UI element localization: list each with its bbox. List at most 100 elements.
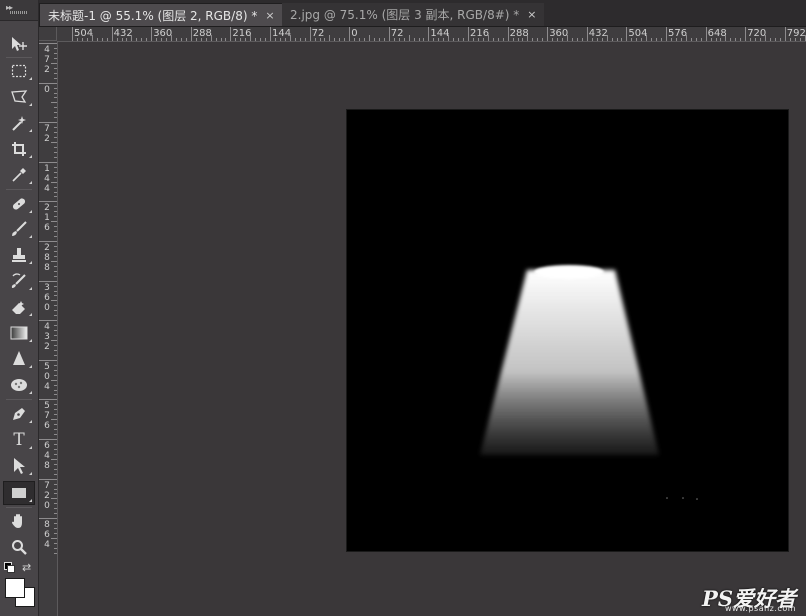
ruler-minor-tick: [101, 38, 103, 41]
ruler-minor-tick: [54, 77, 57, 79]
ruler-minor-tick: [725, 35, 727, 41]
gradient-tool[interactable]: [4, 322, 34, 344]
ruler-minor-tick: [54, 166, 57, 168]
tab-document-2[interactable]: 2.jpg @ 75.1% (图层 3 副本, RGB/8#) * ×: [282, 3, 545, 26]
ruler-minor-tick: [393, 38, 395, 41]
marquee-tool[interactable]: [4, 60, 34, 82]
ruler-minor-tick: [54, 523, 57, 525]
crop-tool[interactable]: [4, 138, 34, 160]
ruler-minor-tick: [54, 448, 57, 450]
ruler-minor-tick: [81, 38, 83, 41]
vertical-ruler[interactable]: 4 7 207 21 4 42 1 62 8 83 6 04 3 25 0 45…: [39, 41, 58, 616]
ruler-minor-tick: [512, 38, 514, 41]
blur-drop-icon: [13, 351, 25, 365]
close-icon[interactable]: ×: [527, 8, 536, 21]
healing-brush-tool[interactable]: [4, 193, 34, 215]
ruler-origin[interactable]: [39, 27, 57, 41]
workspace[interactable]: PS爱好者 www.psahz.com: [58, 42, 806, 616]
close-icon[interactable]: ×: [265, 9, 274, 22]
ruler-minor-tick: [106, 38, 108, 41]
ruler-minor-tick: [799, 38, 801, 41]
panel-grip-icon[interactable]: [10, 11, 28, 14]
ruler-minor-tick: [54, 295, 57, 297]
ruler-minor-tick: [54, 424, 57, 426]
ruler-minor-tick: [54, 315, 57, 317]
magic-wand-icon: [12, 116, 26, 131]
ruler-minor-tick: [220, 38, 222, 41]
ruler-minor-tick: [433, 38, 435, 41]
ruler-minor-tick: [54, 468, 57, 470]
ruler-minor-tick: [314, 38, 316, 41]
tools-panel: ▸▸ T ⇄: [0, 0, 39, 616]
bandage-icon: [12, 198, 26, 210]
eyedropper-icon: [12, 168, 26, 182]
ruler-minor-tick: [710, 38, 712, 41]
rectangle-tool[interactable]: [3, 481, 35, 505]
ruler-minor-tick: [581, 38, 583, 41]
ruler-minor-tick: [443, 38, 445, 41]
ruler-minor-tick: [54, 97, 57, 99]
hand-tool[interactable]: [4, 510, 34, 532]
move-tool[interactable]: [4, 33, 34, 55]
brush-tool[interactable]: [4, 218, 34, 240]
ruler-minor-tick: [670, 38, 672, 41]
eraser-tool[interactable]: [4, 296, 34, 318]
ruler-minor-tick: [51, 62, 57, 64]
ruler-minor-tick: [532, 38, 534, 41]
history-brush-tool[interactable]: [4, 270, 34, 292]
blur-tool[interactable]: [4, 348, 34, 370]
ruler-tick: [39, 122, 57, 124]
ruler-left-label: 0: [44, 84, 50, 95]
ruler-minor-tick: [438, 38, 440, 41]
swap-colors-icon[interactable]: ⇄: [22, 561, 31, 574]
zoom-tool[interactable]: [4, 536, 34, 558]
path-selection-tool[interactable]: [4, 455, 34, 477]
ruler-minor-tick: [567, 35, 568, 41]
tab-document-1[interactable]: 未标题-1 @ 55.1% (图层 2, RGB/8) * ×: [39, 3, 284, 26]
ruler-minor-tick: [54, 389, 57, 391]
ruler-minor-tick: [463, 38, 465, 41]
dodge-tool[interactable]: [4, 374, 34, 396]
ruler-tick: [468, 27, 469, 41]
ruler-minor-tick: [54, 117, 57, 119]
ruler-minor-tick: [54, 236, 57, 238]
ruler-minor-tick: [225, 38, 227, 41]
type-tool[interactable]: T: [4, 429, 34, 451]
lasso-tool[interactable]: [4, 86, 34, 108]
ruler-minor-tick: [522, 38, 524, 41]
horizontal-ruler[interactable]: 504 432 360 288 216 144 72 0 72 144 216 288 360 432 50…: [39, 27, 806, 42]
clone-stamp-tool[interactable]: [4, 244, 34, 266]
watermark-url: www.psahz.com: [725, 604, 796, 613]
ruler-top-label: 72: [390, 28, 404, 39]
sponge-icon: [11, 379, 27, 391]
ruler-minor-tick: [458, 38, 460, 41]
default-colors-icon[interactable]: [4, 562, 15, 573]
ruler-minor-tick: [760, 38, 762, 41]
arrow-icon: [14, 458, 25, 474]
ruler-minor-tick: [755, 38, 757, 41]
ruler-minor-tick: [54, 127, 57, 129]
pen-tool[interactable]: [4, 403, 34, 425]
ruler-tick: [428, 27, 430, 41]
ruler-minor-tick: [364, 38, 366, 41]
ruler-minor-tick: [448, 35, 450, 41]
ruler-left-label: 1 4 4: [44, 163, 50, 194]
ruler-minor-tick: [695, 38, 697, 41]
ruler-minor-tick: [54, 52, 57, 54]
magic-wand-tool[interactable]: [4, 112, 34, 134]
ruler-minor-tick: [339, 38, 341, 41]
document-canvas[interactable]: [347, 110, 788, 551]
ruler-minor-tick: [54, 67, 57, 69]
ruler-minor-tick: [492, 38, 494, 41]
tools-panel-header[interactable]: ▸▸: [0, 0, 38, 21]
ruler-minor-tick: [616, 38, 618, 41]
foreground-color-swatch[interactable]: [5, 578, 25, 598]
eyedropper-tool[interactable]: [4, 164, 34, 186]
ruler-tick: [388, 27, 390, 41]
ruler-minor-tick: [418, 38, 420, 41]
ruler-tick: [39, 359, 57, 361]
ruler-minor-tick: [54, 137, 57, 139]
ruler-tick: [230, 27, 232, 41]
ruler-minor-tick: [126, 38, 128, 41]
ruler-minor-tick: [606, 35, 608, 41]
